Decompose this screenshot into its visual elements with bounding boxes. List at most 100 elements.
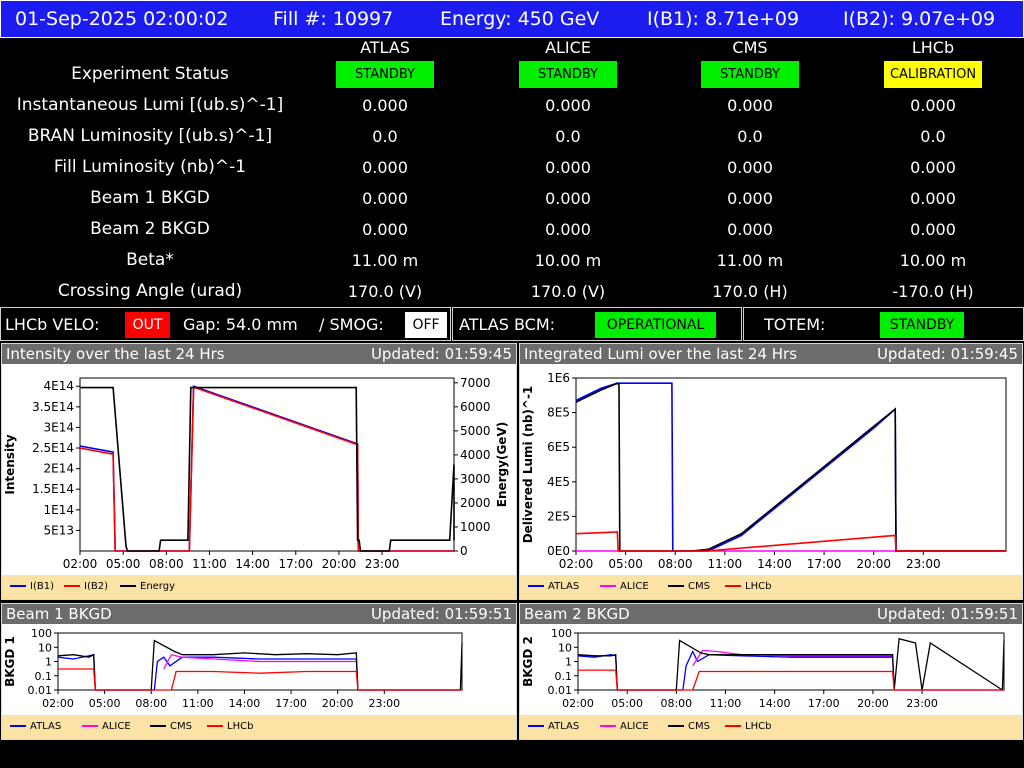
y-tick-label: 8E5 [547, 406, 570, 420]
x-tick-label: 11:00 [708, 557, 743, 571]
cell-lhcb-inst-lumi: 0.000 [910, 96, 956, 115]
cell-alice-inst-lumi: 0.000 [545, 96, 591, 115]
y-tick-label: 0.01 [548, 684, 573, 697]
x-tick-label: 23:00 [906, 697, 938, 710]
x-tick-label: 14:00 [757, 557, 792, 571]
y-axis-label: BKGD 2 [521, 636, 535, 687]
lumi-panel-title: Integrated Lumi over the last 24 Hrs [524, 345, 798, 363]
plot-frame [79, 377, 455, 552]
atlas-bcm-status-badge: OPERATIONAL [595, 312, 716, 338]
cell-cms-inst-lumi: 0.000 [727, 96, 773, 115]
y-tick-label: 10 [558, 641, 572, 654]
lumi-panel: Integrated Lumi over the last 24 Hrs Upd… [519, 343, 1023, 600]
y2-tick-label: 7000 [460, 376, 491, 390]
cell-lhcb-bran: 0.0 [920, 127, 946, 146]
intensity-panel-updated: Updated: 01:59:45 [370, 345, 512, 363]
legend-item-alice: ALICE [82, 721, 131, 732]
atlas-bcm-box: ATLAS BCM: OPERATIONAL [452, 307, 742, 341]
cell-cms-bran: 0.0 [737, 127, 763, 146]
x-tick-label: 08:00 [149, 557, 184, 571]
top-header-bar: 01-Sep-2025 02:00:02 Fill #: 10997 Energ… [0, 0, 1024, 38]
bkgd2-panel: Beam 2 BKGD Updated: 01:59:51 02:00 05:00… [519, 603, 1023, 740]
cell-lhcb-beam2-bkgd: 0.000 [910, 220, 956, 239]
x-tick-label: 11:00 [182, 697, 214, 710]
totem-box: TOTEM: STANDBY [743, 307, 1024, 341]
legend-item-cms: CMS [150, 721, 192, 732]
intensity-chart: 02:00 05:00 08:00 11:00 14:00 17:00 20:00 23:00… [3, 376, 509, 571]
x-tick-label: 02:00 [559, 557, 594, 571]
cell-cms-beam2-bkgd: 0.000 [727, 220, 773, 239]
x-tick-label: 05:00 [106, 557, 141, 571]
row-label-beam1-bkgd: Beam 1 BKGD [90, 188, 210, 208]
legend-item-alice: ALICE [600, 581, 649, 592]
status-badge-cms: STANDBY [701, 61, 799, 88]
intensity-legend: I(B1) I(B2) Energy [2, 575, 516, 599]
x-tick-label: 02:00 [42, 697, 74, 710]
y-tick-label: 2E5 [547, 509, 570, 523]
bkgd1-panel: Beam 1 BKGD Updated: 01:59:51 02:00 05:00… [1, 603, 517, 740]
lumi-legend: ATLAS ALICE CMS LHCb [520, 575, 1022, 599]
cell-cms-crossing-angle: 170.0 (H) [712, 282, 788, 301]
legend-item-energy: Energy [120, 581, 175, 592]
cell-atlas-beta: 11.00 m [351, 251, 419, 270]
row-label-bran-luminosity: BRAN Luminosity [(ub.s)^-1] [27, 126, 273, 146]
x-tick-label: 08:00 [660, 697, 692, 710]
smog-label: / SMOG: [319, 315, 384, 334]
velo-smog-box: LHCb VELO: OUT Gap: 54.0 mm / SMOG: OFF [0, 307, 451, 341]
x-tick-label: 02:00 [63, 557, 98, 571]
y-tick-label: 2E14 [44, 462, 75, 476]
legend-item-cms: CMS [668, 721, 710, 732]
y-axis-label: BKGD 1 [3, 636, 17, 687]
y-tick-label: 100 [551, 627, 572, 640]
header-datetime: 01-Sep-2025 02:00:02 [15, 8, 229, 30]
column-header-alice: ALICE [545, 38, 591, 57]
plot-frame [577, 632, 1005, 691]
y-tick-label: 3E14 [44, 420, 75, 434]
bkgd2-chart: 02:00 05:00 08:00 11:00 14:00 17:00 20:00 23:00… [521, 627, 1005, 710]
header-energy: Energy: 450 GeV [440, 8, 600, 30]
x-tick-label: 23:00 [906, 557, 941, 571]
x-tick-label: 14:00 [759, 697, 791, 710]
status-badge-alice: STANDBY [519, 61, 617, 88]
bkgd2-panel-title: Beam 2 BKGD [524, 605, 630, 623]
x-tick-label: 23:00 [365, 557, 400, 571]
row-label-instantaneous-lumi: Instantaneous Lumi [(ub.s)^-1] [16, 95, 284, 115]
lumi-panel-updated: Updated: 01:59:45 [876, 345, 1018, 363]
legend-item-cms: CMS [668, 581, 710, 592]
smog-status-badge: OFF [405, 312, 447, 338]
x-tick-label: 14:00 [235, 557, 270, 571]
y-tick-label: 100 [31, 627, 52, 640]
y-tick-label: 3.5E14 [32, 400, 74, 414]
cell-cms-beta: 11.00 m [716, 251, 784, 270]
y-tick-label: 10 [38, 641, 52, 654]
legend-item-lhcb: LHCb [725, 721, 771, 732]
x-tick-label: 05:00 [611, 697, 643, 710]
x-tick-label: 05:00 [89, 697, 121, 710]
row-label-fill-luminosity: Fill Luminosity (nb)^-1 [53, 157, 247, 177]
bkgd2-panel-header: Beam 2 BKGD Updated: 01:59:51 [520, 604, 1022, 624]
y-tick-label: 4E5 [547, 475, 570, 489]
legend-item-atlas: ATLAS [528, 581, 579, 592]
x-tick-label: 05:00 [608, 557, 643, 571]
cell-atlas-beam2-bkgd: 0.000 [362, 220, 408, 239]
y-tick-label: 0.1 [35, 670, 53, 683]
cell-atlas-beam1-bkgd: 0.000 [362, 189, 408, 208]
y2-tick-label: 0 [460, 544, 468, 558]
bkgd1-legend: ATLAS ALICE CMS LHCb [2, 715, 516, 739]
y2-tick-label: 6000 [460, 400, 491, 414]
x-tick-label: 08:00 [658, 557, 693, 571]
intensity-panel-header: Intensity over the last 24 Hrs Updated: … [2, 344, 516, 364]
bkgd1-panel-title: Beam 1 BKGD [6, 605, 112, 623]
y-axis-label: Intensity [3, 434, 17, 494]
bkgd2-legend: ATLAS ALICE CMS LHCb [520, 715, 1022, 739]
bkgd1-panel-updated: Updated: 01:59:51 [370, 605, 512, 623]
intensity-panel-title: Intensity over the last 24 Hrs [6, 345, 225, 363]
column-header-cms: CMS [732, 38, 768, 57]
lumi-chart: 02:00 05:00 08:00 11:00 14:00 17:00 20:00 23:00… [521, 371, 1007, 571]
legend-item-lhcb: LHCb [207, 721, 253, 732]
bkgd1-panel-header: Beam 1 BKGD Updated: 01:59:51 [2, 604, 516, 624]
cell-alice-crossing-angle: 170.0 (V) [530, 282, 606, 301]
velo-label: LHCb VELO: [5, 315, 100, 334]
legend-item-alice: ALICE [600, 721, 649, 732]
row-label-beta-star: Beta* [126, 250, 174, 270]
